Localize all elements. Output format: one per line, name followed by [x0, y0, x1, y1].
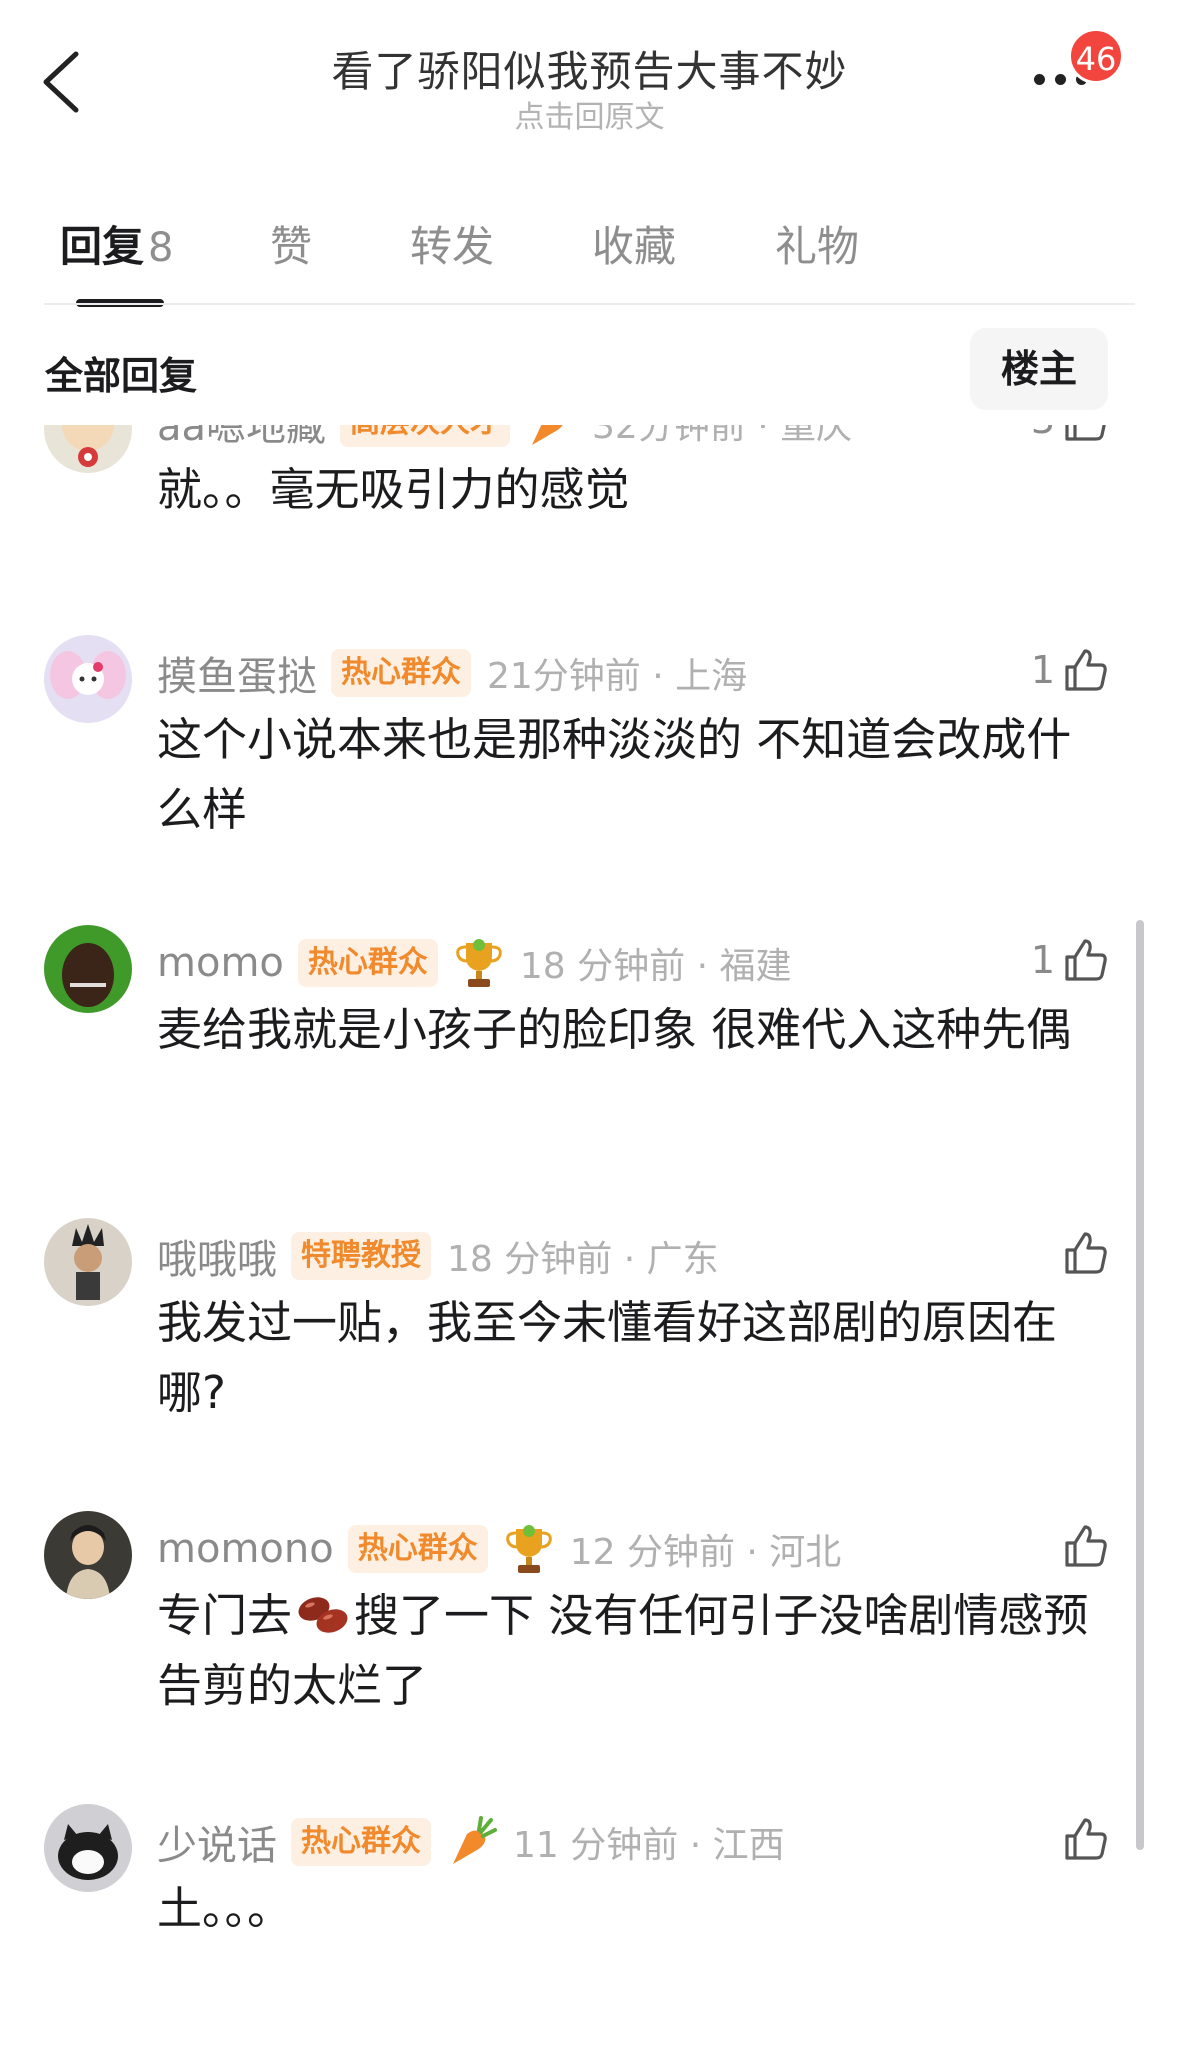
- carrot-icon: [526, 425, 576, 451]
- username[interactable]: momo: [157, 940, 284, 986]
- tab-bar: 回复 8 赞 转发 收藏 礼物: [0, 205, 1179, 307]
- like-button[interactable]: [1063, 1222, 1109, 1284]
- op-only-button[interactable]: 楼主: [970, 328, 1108, 410]
- level-badge: 特聘教授: [291, 1232, 431, 1280]
- tab-replies[interactable]: 回复 8: [60, 213, 173, 274]
- all-replies-label: 全部回复: [45, 354, 198, 398]
- like-button[interactable]: [1063, 1808, 1109, 1870]
- divider: [44, 303, 1135, 305]
- timestamp: 11 分钟前 · 江西: [513, 1825, 785, 1866]
- comment-list[interactable]: aa嗯地藏 高层次人才 32分钟前 · 重庆 3 就。。毫无吸引力的感觉 摸鱼蛋…: [0, 425, 1179, 2054]
- tab-gifts[interactable]: 礼物: [775, 213, 859, 274]
- level-badge: 热心群众: [347, 1525, 488, 1573]
- comment-text: 麦给我就是小孩子的脸印象 很难代入这种先偶: [157, 1003, 1072, 1056]
- comment-text: 就。。毫无吸引力的感觉: [157, 463, 630, 516]
- username[interactable]: 哦哦哦: [157, 1227, 277, 1285]
- page-title: 看了骄阳似我预告大事不妙: [331, 47, 848, 96]
- comment-text: 专门去 搜了一下 没有任何引子没啥剧情感预告剪的太烂了: [157, 1581, 1097, 1721]
- tab-count: 8: [148, 225, 174, 271]
- like-button[interactable]: 1: [1031, 639, 1109, 701]
- avatar[interactable]: [44, 925, 132, 1013]
- timestamp: 21分钟前 · 上海: [487, 656, 748, 697]
- comment-meta: aa嗯地藏 高层次人才 32分钟前 · 重庆: [157, 425, 852, 453]
- level-badge: 热心群众: [331, 649, 471, 697]
- like-button[interactable]: 3: [1031, 425, 1109, 451]
- tab-label: 回复: [60, 222, 145, 271]
- username[interactable]: aa嗯地藏: [157, 425, 326, 452]
- like-count: 1: [1030, 938, 1055, 982]
- top-bar: 看了骄阳似我预告大事不妙 点击回原文 46: [0, 0, 1179, 150]
- carrot-icon: [447, 1814, 497, 1870]
- thumbs-up-icon: [1065, 939, 1107, 981]
- comment-text: 土。。。: [157, 1882, 293, 1935]
- back-to-original-link[interactable]: 点击回原文: [0, 92, 1179, 136]
- level-badge: 热心群众: [291, 1818, 431, 1866]
- like-button[interactable]: 1: [1031, 929, 1109, 991]
- comment-meta: momo 热心群众 18 分钟前 · 福建: [157, 933, 791, 993]
- thumbs-up-icon: [1065, 1525, 1107, 1567]
- comment-meta: 少说话 热心群众 11 分钟前 · 江西: [157, 1812, 785, 1872]
- timestamp: 18 分钟前 · 福建: [519, 946, 792, 987]
- notification-badge: 46: [1068, 28, 1124, 84]
- timestamp: 12 分钟前 · 河北: [569, 1532, 842, 1573]
- tab-favorites[interactable]: 收藏: [592, 213, 676, 274]
- avatar[interactable]: [44, 1218, 132, 1306]
- avatar[interactable]: [44, 425, 132, 473]
- like-button[interactable]: [1063, 1515, 1109, 1577]
- scrollbar[interactable]: [1136, 920, 1144, 1850]
- thumbs-up-icon: [1065, 1818, 1107, 1860]
- thumbs-up-icon: [1065, 1232, 1107, 1274]
- thumbs-up-icon: [1065, 649, 1107, 691]
- username[interactable]: 摸鱼蛋挞: [157, 644, 317, 702]
- tab-likes[interactable]: 赞: [270, 213, 312, 274]
- like-count: 1: [1030, 648, 1055, 692]
- avatar[interactable]: [44, 635, 132, 723]
- like-count: 3: [1031, 425, 1055, 442]
- username[interactable]: momono: [157, 1526, 334, 1572]
- comment-meta: 哦哦哦 特聘教授 18 分钟前 · 广东: [157, 1226, 719, 1286]
- username[interactable]: 少说话: [157, 1813, 277, 1871]
- level-badge: 热心群众: [297, 939, 438, 987]
- avatar[interactable]: [44, 1511, 132, 1599]
- comment-meta: 摸鱼蛋挞 热心群众 21分钟前 · 上海: [157, 643, 747, 703]
- avatar[interactable]: [44, 1804, 132, 1892]
- trophy-icon: [504, 1521, 554, 1577]
- comment-text: 这个小说本来也是那种淡淡的 不知道会改成什么样: [157, 713, 1072, 836]
- level-badge: 高层次人才: [340, 425, 511, 447]
- comment-text-part: 专门去: [157, 1589, 293, 1642]
- timestamp: 18 分钟前 · 广东: [447, 1239, 719, 1280]
- timestamp: 32分钟前 · 重庆: [592, 425, 853, 447]
- trophy-icon: [454, 935, 504, 991]
- comment-meta: momono 热心群众 12 分钟前 · 河北: [157, 1519, 841, 1579]
- tab-reposts[interactable]: 转发: [410, 213, 494, 274]
- beans-emoji-icon: [294, 1589, 352, 1639]
- comment-text: 我发过一贴，我至今未懂看好这部剧的原因在哪?: [157, 1296, 1058, 1419]
- thumbs-up-icon: [1065, 425, 1106, 441]
